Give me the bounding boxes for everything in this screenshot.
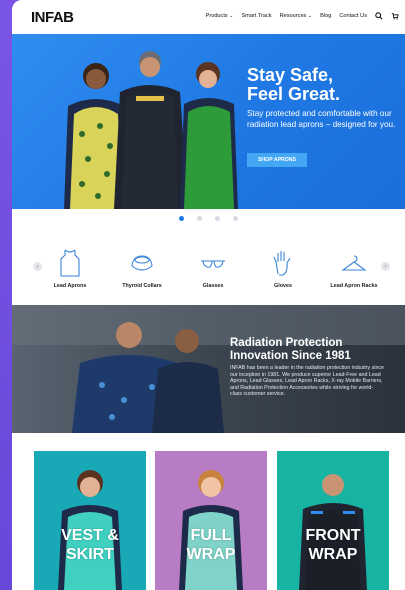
product-title-line-1: FRONT bbox=[305, 527, 361, 544]
product-card-front-wrap[interactable]: FRONT WRAP bbox=[277, 451, 389, 590]
category-carousel: ‹ Lead Aprons Thyroid Collars Glasses Gl… bbox=[12, 240, 405, 300]
front-wrap-photo bbox=[299, 474, 367, 590]
nav-resources-label: Resources bbox=[279, 13, 307, 19]
hero-banner: Stay Safe, Feel Great. Stay protected an… bbox=[12, 34, 405, 209]
product-card-title: FULL WRAP bbox=[155, 526, 267, 564]
nav-contact-us[interactable]: Contact Us bbox=[339, 13, 367, 19]
category-lead-apron-racks[interactable]: Lead Apron Racks bbox=[319, 248, 389, 289]
category-label: Glasses bbox=[202, 283, 224, 289]
hero-title-line-2: Feel Great. bbox=[247, 84, 341, 104]
carousel-dot-3[interactable] bbox=[215, 216, 220, 221]
product-title-line-2: SKIRT bbox=[66, 546, 114, 563]
category-glasses[interactable]: Glasses bbox=[178, 248, 248, 289]
product-title-line-1: FULL bbox=[190, 527, 232, 544]
site-logo[interactable]: INFAB bbox=[31, 9, 74, 26]
site-header: INFAB Products ⌄ Smart Track Resources ⌄… bbox=[12, 0, 405, 34]
product-cards: VEST & SKIRT FULL WRAP FRONT WRAP bbox=[12, 433, 405, 590]
category-label: Lead Apron Racks bbox=[330, 283, 378, 289]
full-wrap-photo bbox=[179, 470, 243, 590]
chevron-down-icon: ⌄ bbox=[307, 13, 313, 19]
category-label: Thyroid Collars bbox=[122, 283, 162, 289]
vest-skirt-photo bbox=[58, 470, 122, 590]
hero-title: Stay Safe, Feel Great. bbox=[247, 66, 340, 104]
carousel-dot-1[interactable] bbox=[179, 216, 184, 221]
category-gloves[interactable]: Gloves bbox=[248, 248, 318, 289]
cart-icon[interactable] bbox=[391, 12, 399, 20]
carousel-dot-2[interactable] bbox=[197, 216, 202, 221]
search-icon[interactable] bbox=[375, 12, 383, 20]
thyroid-collar-icon bbox=[131, 255, 153, 271]
nav-blog[interactable]: Blog bbox=[320, 13, 331, 19]
category-lead-aprons[interactable]: Lead Aprons bbox=[35, 248, 105, 289]
hero-description: Stay protected and comfortable with our … bbox=[247, 109, 396, 129]
hero-title-line-1: Stay Safe, bbox=[247, 65, 334, 85]
nav-products[interactable]: Products ⌄ bbox=[206, 13, 234, 19]
category-label: Lead Aprons bbox=[53, 283, 87, 289]
apron-icon bbox=[60, 249, 80, 277]
product-title-line-2: WRAP bbox=[186, 546, 236, 563]
hanger-icon bbox=[341, 255, 367, 271]
main-nav: Products ⌄ Smart Track Resources ⌄ Blog … bbox=[206, 12, 399, 20]
product-card-title: VEST & SKIRT bbox=[34, 526, 146, 564]
nav-smart-track[interactable]: Smart Track bbox=[241, 13, 271, 19]
innovation-description: INFAB has been a leader in the radiation… bbox=[230, 365, 384, 398]
chevron-down-icon: ⌄ bbox=[229, 13, 234, 19]
product-card-full-wrap[interactable]: FULL WRAP bbox=[155, 451, 267, 590]
gloves-icon bbox=[273, 251, 291, 276]
chevron-right-icon[interactable]: › bbox=[381, 262, 390, 271]
nav-resources[interactable]: Resources ⌄ bbox=[280, 13, 313, 19]
product-title-line-2: WRAP bbox=[308, 546, 358, 563]
glasses-icon bbox=[201, 260, 225, 268]
category-thyroid-collars[interactable]: Thyroid Collars bbox=[107, 248, 177, 289]
product-title-line-1: VEST & bbox=[61, 527, 119, 544]
shop-aprons-button[interactable]: SHOP APRONS bbox=[247, 153, 307, 167]
carousel-dots bbox=[12, 216, 405, 221]
product-card-vest-skirt[interactable]: VEST & SKIRT bbox=[34, 451, 146, 590]
product-card-title: FRONT WRAP bbox=[277, 526, 389, 564]
innovation-title: Radiation Protection Innovation Since 19… bbox=[230, 337, 351, 362]
innovation-title-line-2: Innovation Since 1981 bbox=[230, 349, 351, 362]
carousel-dot-4[interactable] bbox=[233, 216, 238, 221]
web-page: INFAB Products ⌄ Smart Track Resources ⌄… bbox=[12, 0, 405, 590]
nav-products-label: Products bbox=[205, 13, 228, 19]
innovation-section: Radiation Protection Innovation Since 19… bbox=[12, 305, 405, 433]
category-label: Gloves bbox=[274, 283, 292, 289]
innovation-title-line-1: Radiation Protection bbox=[230, 337, 343, 349]
